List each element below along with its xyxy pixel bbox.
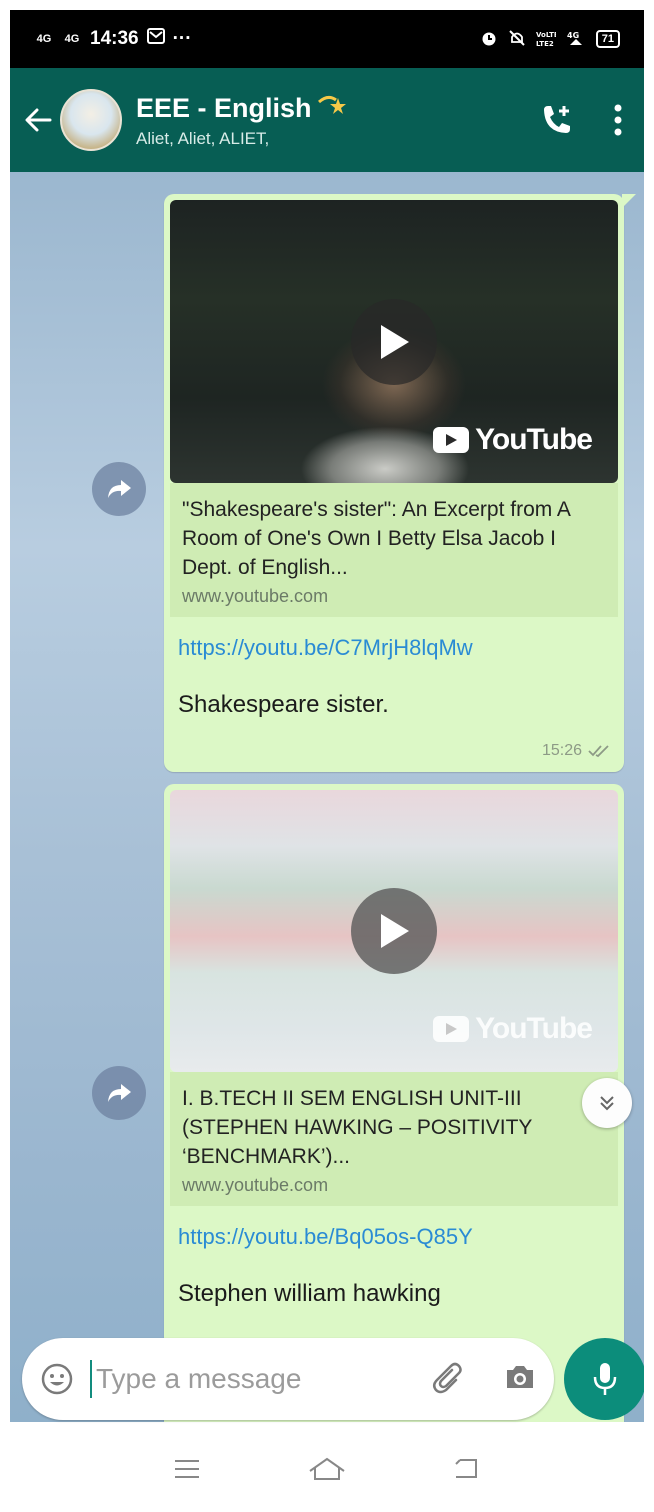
youtube-badge-1: YouTube (433, 423, 593, 457)
link-preview-2[interactable]: I. B.TECH II SEM ENGLISH UNIT-III (STEPH… (170, 1072, 618, 1206)
double-check-icon (588, 745, 609, 758)
youtube-logo-icon (433, 1016, 470, 1042)
phone-add-icon (544, 106, 570, 133)
scroll-to-bottom-button[interactable] (582, 1078, 632, 1128)
return-icon (454, 1458, 477, 1478)
back-arrow-icon (25, 108, 52, 132)
home-button[interactable] (307, 1456, 347, 1487)
shooting-star-icon (316, 92, 346, 125)
voice-record-button[interactable] (564, 1338, 644, 1420)
paperclip-icon (433, 1362, 462, 1393)
svg-text:VoLTE: VoLTE (536, 31, 556, 39)
video-thumbnail-1[interactable]: YouTube (170, 200, 618, 483)
menu-lines-icon (175, 1459, 200, 1478)
link-preview-1[interactable]: "Shakespeare's sister": An Excerpt from … (170, 483, 618, 617)
preview-title-2: I. B.TECH II SEM ENGLISH UNIT-III (STEPH… (182, 1087, 533, 1168)
youtube-badge-2: YouTube (433, 1012, 593, 1046)
svg-text:LTE2: LTE2 (536, 40, 554, 47)
text-caret (90, 1360, 92, 1398)
message-composer (22, 1338, 554, 1420)
phone-screen: 4G 4G 14:36 ··· VoLTELTE2 4G 71 (10, 10, 644, 1512)
back-button[interactable] (16, 68, 60, 172)
volte-icon: VoLTELTE2 (536, 29, 559, 50)
microphone-icon (593, 1363, 617, 1395)
status-bar: 4G 4G 14:36 ··· VoLTELTE2 4G 71 (10, 10, 644, 68)
forward-button-2[interactable] (92, 1066, 146, 1120)
youtube-badge-label: YouTube (475, 1012, 593, 1045)
message-text-2: Stephen william hawking (178, 1280, 441, 1307)
add-call-button[interactable] (538, 102, 574, 138)
youtube-badge-label: YouTube (475, 423, 593, 456)
more-options-button[interactable] (614, 104, 622, 136)
chat-header: EEE - English Aliet, Aliet, ALIET, (10, 68, 644, 172)
chat-title: EEE - English (136, 92, 312, 123)
play-icon (381, 914, 409, 948)
chat-area[interactable]: YouTube "Shakespeare's sister": An Excer… (10, 172, 644, 1422)
forward-arrow-icon (108, 1084, 131, 1102)
double-chevron-down-icon (600, 1096, 614, 1111)
message-link-2[interactable]: https://youtu.be/Bq05os-Q85Y (178, 1224, 618, 1250)
message-input[interactable] (96, 1363, 376, 1395)
status-time: 14:36 (90, 28, 139, 49)
play-icon (381, 324, 409, 359)
forward-arrow-icon (108, 480, 131, 498)
message-text-1: Shakespeare sister. (178, 691, 389, 718)
smiley-icon (41, 1363, 73, 1395)
preview-title-1: "Shakespeare's sister": An Excerpt from … (182, 498, 570, 579)
play-button-2[interactable] (351, 888, 437, 974)
group-avatar[interactable] (60, 89, 122, 151)
battery-indicator: 71 (595, 30, 620, 48)
message-timestamp: 15:26 (541, 742, 582, 759)
chat-members: Aliet, Aliet, ALIET, (136, 128, 270, 148)
forward-button-1[interactable] (92, 462, 146, 516)
message-time-1: 15:26 (542, 742, 610, 760)
message-bubble-2[interactable]: YouTube I. B.TECH II SEM ENGLISH UNIT-II… (164, 784, 624, 1422)
mail-icon (146, 28, 165, 50)
message-link-1[interactable]: https://youtu.be/C7MrjH8lqMw (178, 635, 618, 661)
camera-button[interactable] (504, 1363, 536, 1396)
chat-title-block[interactable]: EEE - English Aliet, Aliet, ALIET, (136, 92, 346, 149)
attach-button[interactable] (432, 1360, 466, 1399)
signal-indicator-1: 4G (36, 32, 52, 45)
mute-icon (508, 29, 526, 50)
home-icon (309, 1457, 345, 1480)
recents-button[interactable] (172, 1457, 202, 1486)
play-button-1[interactable] (351, 298, 437, 385)
camera-icon (507, 1365, 533, 1388)
youtube-logo-icon (433, 427, 470, 453)
preview-domain-1: www.youtube.com (182, 586, 329, 606)
back-nav-button[interactable] (452, 1457, 482, 1486)
alarm-icon (480, 29, 498, 50)
message-bubble-1[interactable]: YouTube "Shakespeare's sister": An Excer… (164, 194, 636, 772)
signal-indicator-2: 4G (64, 32, 80, 45)
wifi-4g-icon: 4G (566, 29, 586, 50)
emoji-button[interactable] (40, 1362, 74, 1396)
preview-domain-2: www.youtube.com (182, 1175, 329, 1195)
video-thumbnail-2[interactable]: YouTube (170, 790, 618, 1072)
system-nav-bar (10, 1430, 644, 1512)
kebab-menu-icon (614, 104, 622, 136)
svg-text:4G: 4G (567, 31, 579, 40)
more-notifications: ··· (172, 28, 192, 49)
